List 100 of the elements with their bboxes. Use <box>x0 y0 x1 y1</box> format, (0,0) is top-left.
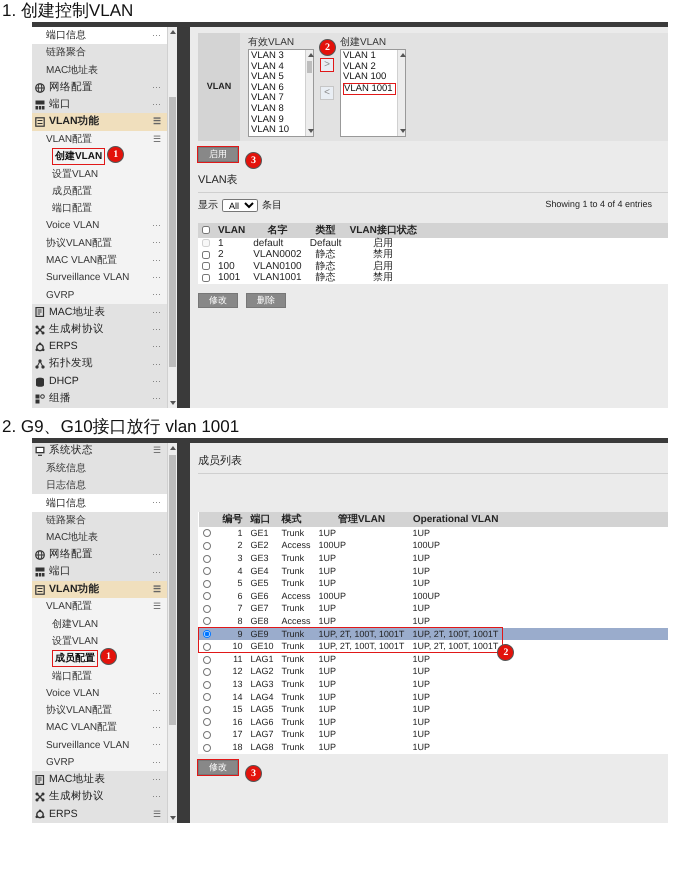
radio-button[interactable] <box>202 706 210 714</box>
scrollbar[interactable] <box>167 442 177 824</box>
sidebar-item[interactable]: 端口信息 ··· <box>32 27 167 44</box>
list-option[interactable]: VLAN 10 <box>251 125 304 136</box>
sidebar-item[interactable]: VLAN配置 ☰ <box>32 130 167 148</box>
action-button[interactable]: 修改 <box>198 292 238 308</box>
menu-icon[interactable]: ··· <box>152 686 161 700</box>
menu-icon[interactable]: ☰ <box>153 115 161 129</box>
list-box[interactable]: VLAN 3 VLAN 4 VLAN 5 VLAN 6 VLAN 7 VLAN 8 VLAN 9 VLAN 10 <box>248 49 314 137</box>
list-option[interactable]: VLAN 5 <box>251 72 304 83</box>
sidebar-item[interactable]: 成员配置 <box>32 182 167 200</box>
menu-icon[interactable]: ··· <box>152 738 161 752</box>
checkbox[interactable] <box>202 274 210 282</box>
scrollbar[interactable] <box>167 27 177 408</box>
menu-icon[interactable]: ··· <box>152 288 161 302</box>
list-option[interactable]: VLAN 4 <box>251 62 304 72</box>
sidebar-group[interactable]: 端口 ··· <box>32 96 167 114</box>
radio-button[interactable] <box>202 592 210 600</box>
list-option[interactable]: VLAN 3 <box>251 51 304 62</box>
sidebar-item[interactable]: 端口配置 <box>32 667 167 685</box>
list-option[interactable]: VLAN 9 <box>251 114 304 126</box>
menu-icon[interactable]: ··· <box>152 219 161 233</box>
menu-icon[interactable]: ··· <box>152 496 161 510</box>
radio-button[interactable] <box>203 642 211 651</box>
list-box[interactable]: VLAN 1 VLAN 2 VLAN 100 VLAN 1001 <box>340 49 406 137</box>
menu-icon[interactable]: ··· <box>152 28 161 42</box>
page-size-select[interactable]: All <box>222 198 258 212</box>
list-option[interactable]: VLAN 6 <box>251 82 304 94</box>
scrollbar[interactable] <box>397 50 405 136</box>
radio-button[interactable] <box>202 617 210 626</box>
sidebar-item[interactable]: 端口信息 ··· <box>32 494 167 512</box>
menu-icon[interactable]: ☰ <box>153 132 161 146</box>
menu-icon[interactable]: ··· <box>152 721 161 735</box>
menu-icon[interactable]: ··· <box>152 756 161 770</box>
radio-button[interactable] <box>202 567 210 576</box>
menu-icon[interactable]: ··· <box>152 548 161 562</box>
menu-icon[interactable]: ··· <box>152 773 161 787</box>
action-button[interactable]: 删除 <box>246 292 286 308</box>
radio-button[interactable] <box>202 730 210 739</box>
radio-button[interactable] <box>202 605 210 614</box>
sidebar-item[interactable]: 创建VLAN <box>32 616 167 633</box>
sidebar-item[interactable]: Surveillance VLAN ··· <box>32 269 167 286</box>
sidebar-group[interactable]: VLAN功能 ☰ <box>32 580 167 598</box>
menu-icon[interactable]: ☰ <box>153 808 161 822</box>
menu-icon[interactable]: ··· <box>152 271 161 285</box>
sidebar-item[interactable]: 设置VLAN <box>32 632 167 650</box>
checkbox[interactable] <box>202 250 210 259</box>
list-option[interactable]: VLAN 2 <box>343 62 396 72</box>
radio-button[interactable] <box>203 630 211 638</box>
scrollbar[interactable] <box>305 50 313 136</box>
radio-button[interactable] <box>202 744 210 752</box>
radio-button[interactable] <box>202 656 210 664</box>
sidebar-item[interactable]: VLAN配置 ☰ <box>32 598 167 616</box>
sidebar-item[interactable]: GVRP ··· <box>32 286 167 304</box>
list-option[interactable]: VLAN 100 <box>343 72 396 83</box>
menu-icon[interactable]: ··· <box>152 306 161 320</box>
radio-button[interactable] <box>202 529 210 538</box>
menu-icon[interactable]: ··· <box>152 566 161 579</box>
menu-icon[interactable]: ··· <box>152 374 161 388</box>
sidebar-item[interactable]: 协议VLAN配置 ··· <box>32 702 167 720</box>
sidebar-item[interactable]: MAC VLAN配置 ··· <box>32 252 167 270</box>
sidebar-item[interactable]: MAC VLAN配置 ··· <box>32 719 167 737</box>
sidebar-item[interactable]: 日志信息 <box>32 477 167 494</box>
menu-icon[interactable]: ··· <box>152 98 161 112</box>
menu-icon[interactable]: ··· <box>152 254 161 268</box>
list-option[interactable]: VLAN 8 <box>251 104 304 115</box>
sidebar-item[interactable]: 创建VLAN 1 <box>32 148 167 166</box>
menu-icon[interactable]: ··· <box>152 236 161 250</box>
sidebar-item[interactable]: 成员配置 1 <box>32 650 167 668</box>
list-option[interactable]: VLAN 7 <box>251 93 304 104</box>
radio-button[interactable] <box>202 554 210 563</box>
list-option[interactable]: VLAN 1 <box>343 51 396 62</box>
menu-icon[interactable]: ··· <box>152 790 161 804</box>
radio-button[interactable] <box>202 580 210 588</box>
menu-icon[interactable]: ☰ <box>153 444 161 458</box>
menu-icon[interactable]: ··· <box>152 358 161 372</box>
radio-button[interactable] <box>202 693 210 702</box>
list-option[interactable]: VLAN 1001 <box>343 82 396 95</box>
sidebar-item[interactable]: GVRP ··· <box>32 754 167 772</box>
sidebar-item-label: Surveillance VLAN <box>46 271 130 286</box>
radio-button[interactable] <box>202 680 210 689</box>
sidebar-item[interactable]: Surveillance VLAN ··· <box>32 736 167 754</box>
sidebar-item[interactable]: 端口配置 <box>32 200 167 218</box>
menu-icon[interactable]: ··· <box>152 80 161 94</box>
menu-icon[interactable]: ··· <box>152 322 161 336</box>
sidebar-group[interactable]: VLAN功能 ☰ <box>32 113 167 131</box>
radio-button[interactable] <box>202 668 210 676</box>
radio-button[interactable] <box>202 542 210 550</box>
menu-icon[interactable]: ☰ <box>153 582 161 596</box>
sidebar-item[interactable]: Voice VLAN ··· <box>32 684 167 702</box>
radio-button[interactable] <box>202 718 210 726</box>
sidebar-item[interactable]: 协议VLAN配置 ··· <box>32 234 167 252</box>
checkbox[interactable] <box>202 262 210 270</box>
menu-icon[interactable]: ☰ <box>153 600 161 614</box>
checkbox[interactable] <box>202 226 210 234</box>
sidebar-item[interactable]: 设置VLAN <box>32 165 167 183</box>
menu-icon[interactable]: ··· <box>152 340 161 354</box>
sidebar-item[interactable]: Voice VLAN ··· <box>32 217 167 235</box>
menu-icon[interactable]: ··· <box>152 392 161 406</box>
menu-icon[interactable]: ··· <box>152 704 161 718</box>
